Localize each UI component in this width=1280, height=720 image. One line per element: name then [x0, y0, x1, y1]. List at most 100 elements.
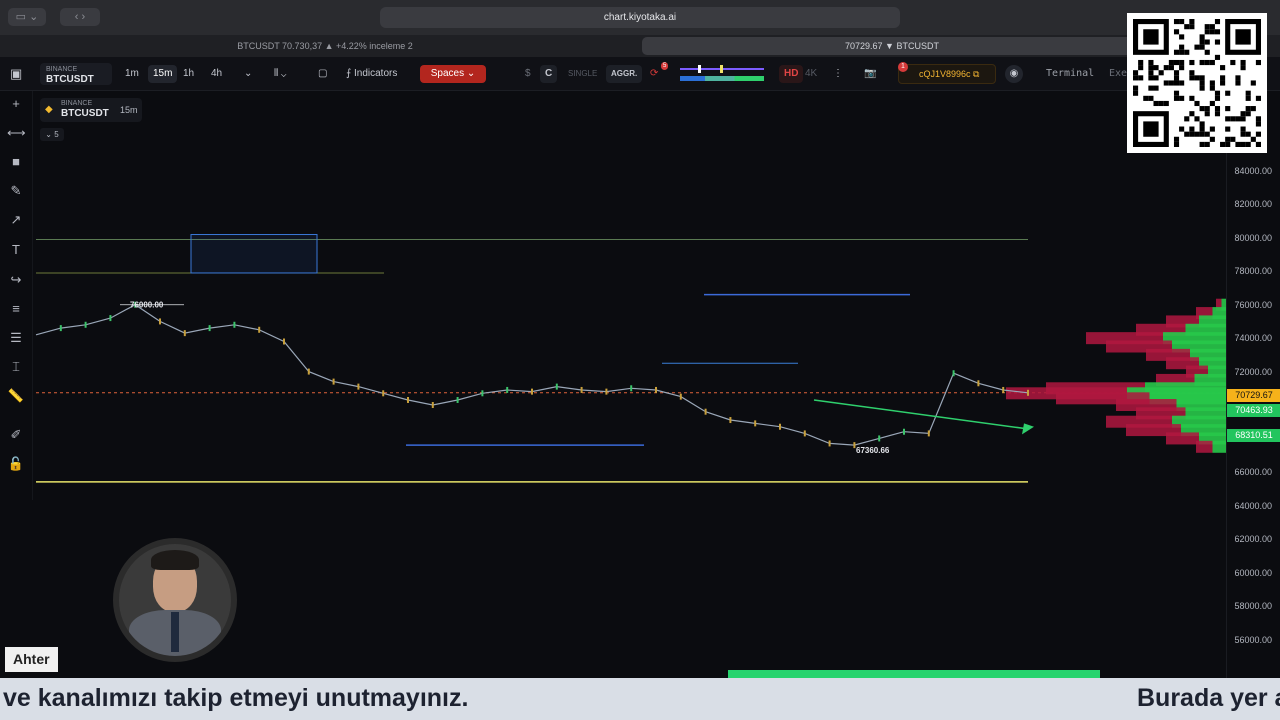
sidebar-toggle-button[interactable]: ▭ ⌄: [8, 8, 46, 26]
terminal-link[interactable]: Terminal: [1046, 65, 1094, 83]
qr-module: [1240, 59, 1246, 66]
qr-module: [1158, 100, 1164, 107]
refresh-icon[interactable]: ⟳: [650, 65, 658, 83]
trend-arrow-head: [1022, 423, 1034, 435]
qr-module: [1255, 116, 1261, 122]
tab-2[interactable]: 70729.67 ▼ BTCUSDT: [642, 37, 1142, 55]
qr-module: [1143, 29, 1159, 45]
qr-module: [1199, 59, 1205, 66]
qr-module: [1179, 95, 1185, 101]
qr-module: [1184, 116, 1190, 122]
qr-module: [1189, 70, 1195, 76]
measure-icon[interactable]: ⌶: [7, 358, 25, 376]
price-axis[interactable]: 84000.00 82000.00 80000.00 78000.00 7600…: [1226, 91, 1280, 678]
timeframe-1m[interactable]: 1m: [120, 65, 144, 83]
timeframe-1h[interactable]: 1h: [178, 65, 199, 83]
qr-module: [1240, 131, 1246, 137]
c-button[interactable]: C: [540, 65, 558, 83]
qr-module: [1143, 95, 1149, 101]
qr-module: [1209, 126, 1215, 132]
high-annotation: 76000.00: [130, 301, 164, 310]
qr-module: [1179, 65, 1185, 71]
indicators-button[interactable]: ⨍ Indicators: [346, 65, 397, 83]
price-tick: 62000.00: [1234, 534, 1272, 544]
crosshair-icon[interactable]: +: [7, 95, 25, 113]
account-button[interactable]: cQJ1V8996c ⧉: [898, 64, 996, 84]
browser-bar: ▭ ⌄ ‹ › chart.kiyotaka.ai: [0, 0, 1280, 35]
text-icon[interactable]: T: [7, 241, 25, 259]
qr-module: [1148, 59, 1154, 66]
back-button[interactable]: ‹ ›: [60, 8, 100, 26]
collapse-indicators-button[interactable]: ⌄ 5: [40, 128, 64, 141]
qr-module: [1240, 111, 1246, 117]
camera-icon[interactable]: 📷: [864, 65, 876, 83]
qr-module: [1199, 131, 1205, 137]
qr-code: [1127, 13, 1267, 153]
rectangle-icon[interactable]: ■: [7, 153, 25, 171]
qr-module: [1235, 116, 1241, 122]
qr-module: [1204, 111, 1210, 117]
qr-code-image: [1133, 19, 1261, 147]
timeframe-4h[interactable]: 4h: [206, 65, 227, 83]
layout-icon[interactable]: ▣: [10, 65, 22, 83]
fib-icon[interactable]: ≡: [7, 300, 25, 318]
share-icon[interactable]: ↪: [7, 271, 25, 289]
news-ticker: ve kanalımızı takip etmeyi unutmayınız. …: [0, 678, 1280, 720]
user-icon[interactable]: ◉: [1005, 65, 1023, 83]
symbol-label: BTCUSDT: [46, 74, 94, 85]
horizontal-line-icon[interactable]: ⟷: [7, 124, 26, 142]
qr-module: [1184, 24, 1190, 30]
binance-logo-icon: ◆: [45, 104, 53, 115]
symbol-selector[interactable]: BINANCE BTCUSDT: [40, 63, 112, 85]
qr-module: [1214, 39, 1221, 45]
brush-icon[interactable]: ✐: [7, 426, 25, 444]
qr-module: [1168, 59, 1174, 66]
fib-extension-icon[interactable]: ☰: [7, 329, 25, 347]
qr-module: [1179, 49, 1185, 55]
qr-module: [1245, 106, 1251, 112]
tab-1-label: BTCUSDT 70.730,37 ▲ +4.22% inceleme 2: [237, 41, 413, 51]
layout-square-icon[interactable]: ▢: [318, 65, 327, 83]
qr-module: [1255, 141, 1261, 147]
tab-1[interactable]: BTCUSDT 70.730,37 ▲ +4.22% inceleme 2: [10, 37, 640, 55]
qr-module: [1245, 141, 1251, 147]
lock-icon[interactable]: 🔓: [7, 455, 25, 473]
qr-module: [1214, 29, 1221, 35]
url-field[interactable]: chart.kiyotaka.ai: [380, 7, 900, 28]
badge-exchange: BINANCE: [61, 100, 93, 107]
more-options-icon[interactable]: ⋮: [833, 65, 843, 83]
dollar-button[interactable]: $: [520, 65, 536, 83]
4k-button[interactable]: 4K: [800, 65, 822, 83]
chart-type-icon[interactable]: ⫴ ⌄: [274, 65, 286, 83]
pen-icon[interactable]: ✎: [7, 182, 25, 200]
arrow-icon[interactable]: ↗: [7, 211, 25, 229]
zone-box: [190, 234, 318, 274]
qr-module: [1138, 65, 1144, 71]
chart-symbol-badge[interactable]: ◆ BINANCE BTCUSDT 15m: [40, 98, 142, 122]
slider-handle-2[interactable]: [720, 65, 723, 73]
qr-module: [1235, 29, 1251, 45]
timeframe-15m[interactable]: 15m: [148, 65, 178, 83]
single-button[interactable]: SINGLE: [563, 65, 602, 83]
qr-module: [1189, 59, 1195, 66]
exec-link[interactable]: Exe: [1109, 65, 1127, 83]
slider-handle-1[interactable]: [698, 65, 701, 73]
spaces-button[interactable]: Spaces ⌄: [420, 65, 486, 83]
qr-module: [1204, 131, 1210, 137]
aggr-button[interactable]: AGGR.: [606, 65, 643, 83]
qr-module: [1184, 131, 1190, 137]
qr-module: [1153, 85, 1159, 91]
presenter-tie: [171, 612, 179, 652]
depth-slider[interactable]: [680, 65, 766, 83]
price-tick: 74000.00: [1234, 333, 1272, 343]
price-tick: 66000.00: [1234, 467, 1272, 477]
qr-module: [1133, 75, 1139, 81]
qr-module: [1189, 24, 1195, 30]
qr-module: [1204, 106, 1210, 112]
qr-module: [1194, 44, 1200, 50]
ruler-icon[interactable]: 📏: [7, 387, 25, 405]
ticker-text-right: Burada yer a: [1137, 684, 1280, 712]
price-tick: 58000.00: [1234, 601, 1272, 611]
qr-module: [1255, 131, 1261, 137]
timeframe-dropdown-icon[interactable]: ⌄: [244, 65, 252, 83]
